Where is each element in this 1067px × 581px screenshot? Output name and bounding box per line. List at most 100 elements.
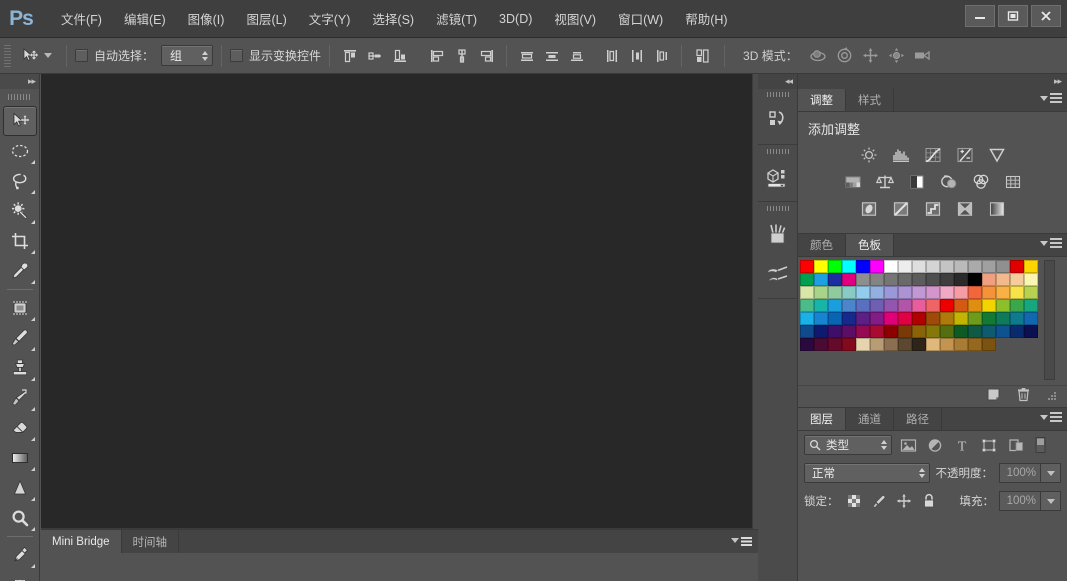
- swatch-5-5[interactable]: [870, 325, 884, 338]
- swatch-2-13[interactable]: [982, 286, 996, 299]
- menu-image[interactable]: 图像(I): [177, 5, 236, 32]
- swatch-4-0[interactable]: [800, 312, 814, 325]
- adj-hue-saturation[interactable]: [840, 171, 866, 193]
- swatch-4-10[interactable]: [940, 312, 954, 325]
- swatch-3-9[interactable]: [926, 299, 940, 312]
- swatch-6-6[interactable]: [884, 338, 898, 351]
- swatch-2-11[interactable]: [954, 286, 968, 299]
- close-button[interactable]: [1031, 5, 1061, 27]
- swatch-5-6[interactable]: [884, 325, 898, 338]
- align-left-edges[interactable]: [425, 44, 448, 67]
- swatch-2-3[interactable]: [842, 286, 856, 299]
- dock-grip[interactable]: [758, 89, 797, 100]
- menu-view[interactable]: 视图(V): [543, 5, 607, 32]
- swatch-4-16[interactable]: [1024, 312, 1038, 325]
- distribute-bottom-edges[interactable]: [565, 44, 588, 67]
- rotate-3d-object[interactable]: [806, 45, 832, 67]
- swatch-5-10[interactable]: [940, 325, 954, 338]
- swatch-3-10[interactable]: [940, 299, 954, 312]
- swatch-0-9[interactable]: [926, 260, 940, 273]
- adj-photo-filter[interactable]: [936, 171, 962, 193]
- swatch-1-0[interactable]: [800, 273, 814, 286]
- spot-healing-brush-tool[interactable]: [3, 293, 37, 323]
- mini-bridge-panel-menu-button[interactable]: [730, 535, 752, 553]
- swatch-0-10[interactable]: [940, 260, 954, 273]
- layers-panel-menu-button[interactable]: [1040, 412, 1062, 422]
- adj-threshold[interactable]: [920, 198, 946, 220]
- right-dock-expand-button[interactable]: ▸▸: [798, 74, 1067, 89]
- scale-3d-object[interactable]: [910, 45, 936, 67]
- brush-tool[interactable]: [3, 323, 37, 353]
- swatch-2-9[interactable]: [926, 286, 940, 299]
- swatch-4-9[interactable]: [926, 312, 940, 325]
- lock-all[interactable]: [919, 491, 939, 511]
- marquee-tool[interactable]: [3, 136, 37, 166]
- toolbox-grip[interactable]: [0, 91, 39, 103]
- swatch-4-5[interactable]: [870, 312, 884, 325]
- history-actions-dock-icon[interactable]: [758, 100, 798, 140]
- swatch-4-13[interactable]: [982, 312, 996, 325]
- clone-stamp-tool[interactable]: [3, 353, 37, 383]
- menu-select[interactable]: 选择(S): [361, 5, 425, 32]
- swatch-2-7[interactable]: [898, 286, 912, 299]
- swatch-6-10[interactable]: [940, 338, 954, 351]
- lock-transparent-pixels[interactable]: [844, 491, 864, 511]
- swatch-5-14[interactable]: [996, 325, 1010, 338]
- swatch-2-6[interactable]: [884, 286, 898, 299]
- crop-tool[interactable]: [3, 226, 37, 256]
- swatch-2-12[interactable]: [968, 286, 982, 299]
- align-vertical-centers[interactable]: [363, 44, 386, 67]
- new-swatch-icon[interactable]: [986, 387, 1002, 407]
- menu-help[interactable]: 帮助(H): [674, 5, 738, 32]
- swatch-1-10[interactable]: [940, 273, 954, 286]
- auto-select-scope-dropdown[interactable]: 组: [161, 45, 213, 66]
- current-tool-preset[interactable]: [15, 45, 58, 67]
- swatch-6-0[interactable]: [800, 338, 814, 351]
- dock-collapse-button[interactable]: ◂◂: [758, 74, 797, 89]
- swatch-2-8[interactable]: [912, 286, 926, 299]
- adj-gradient-map[interactable]: [984, 198, 1010, 220]
- swatch-5-3[interactable]: [842, 325, 856, 338]
- auto-align-layers-button[interactable]: [690, 44, 716, 68]
- swatch-4-6[interactable]: [884, 312, 898, 325]
- tab-channels[interactable]: 通道: [846, 408, 894, 430]
- swatch-3-2[interactable]: [828, 299, 842, 312]
- swatch-0-5[interactable]: [870, 260, 884, 273]
- swatch-0-2[interactable]: [828, 260, 842, 273]
- swatch-4-8[interactable]: [912, 312, 926, 325]
- swatch-6-7[interactable]: [898, 338, 912, 351]
- swatch-4-2[interactable]: [828, 312, 842, 325]
- tab-paths[interactable]: 路径: [894, 408, 942, 430]
- maximize-button[interactable]: [998, 5, 1028, 27]
- swatch-4-3[interactable]: [842, 312, 856, 325]
- swatch-2-15[interactable]: [1010, 286, 1024, 299]
- swatch-5-0[interactable]: [800, 325, 814, 338]
- swatch-1-11[interactable]: [954, 273, 968, 286]
- swatch-1-14[interactable]: [996, 273, 1010, 286]
- swatch-1-4[interactable]: [856, 273, 870, 286]
- swatches-scrollbar[interactable]: [1044, 260, 1055, 380]
- swatch-2-0[interactable]: [800, 286, 814, 299]
- swatch-0-11[interactable]: [954, 260, 968, 273]
- swatch-6-13[interactable]: [982, 338, 996, 351]
- swatch-3-16[interactable]: [1024, 299, 1038, 312]
- swatches-panel-menu-button[interactable]: [1040, 238, 1062, 248]
- magic-wand-tool[interactable]: [3, 196, 37, 226]
- opacity-value-field[interactable]: 100%: [999, 463, 1041, 483]
- swatch-1-16[interactable]: [1024, 273, 1038, 286]
- swatch-3-0[interactable]: [800, 299, 814, 312]
- menu-edit[interactable]: 编辑(E): [113, 5, 177, 32]
- menu-type[interactable]: 文字(Y): [298, 5, 362, 32]
- fill-value-field[interactable]: 100%: [999, 491, 1041, 511]
- swatch-6-1[interactable]: [814, 338, 828, 351]
- adj-color-lookup[interactable]: [1000, 171, 1026, 193]
- menu-layer[interactable]: 图层(L): [235, 5, 297, 32]
- swatch-1-15[interactable]: [1010, 273, 1024, 286]
- swatch-0-1[interactable]: [814, 260, 828, 273]
- menu-filter[interactable]: 滤镜(T): [425, 5, 488, 32]
- swatch-3-13[interactable]: [982, 299, 996, 312]
- menu-3d[interactable]: 3D(D): [488, 8, 543, 30]
- opacity-dropdown-arrow[interactable]: [1041, 463, 1061, 483]
- lock-image-pixels[interactable]: [869, 491, 889, 511]
- swatch-6-5[interactable]: [870, 338, 884, 351]
